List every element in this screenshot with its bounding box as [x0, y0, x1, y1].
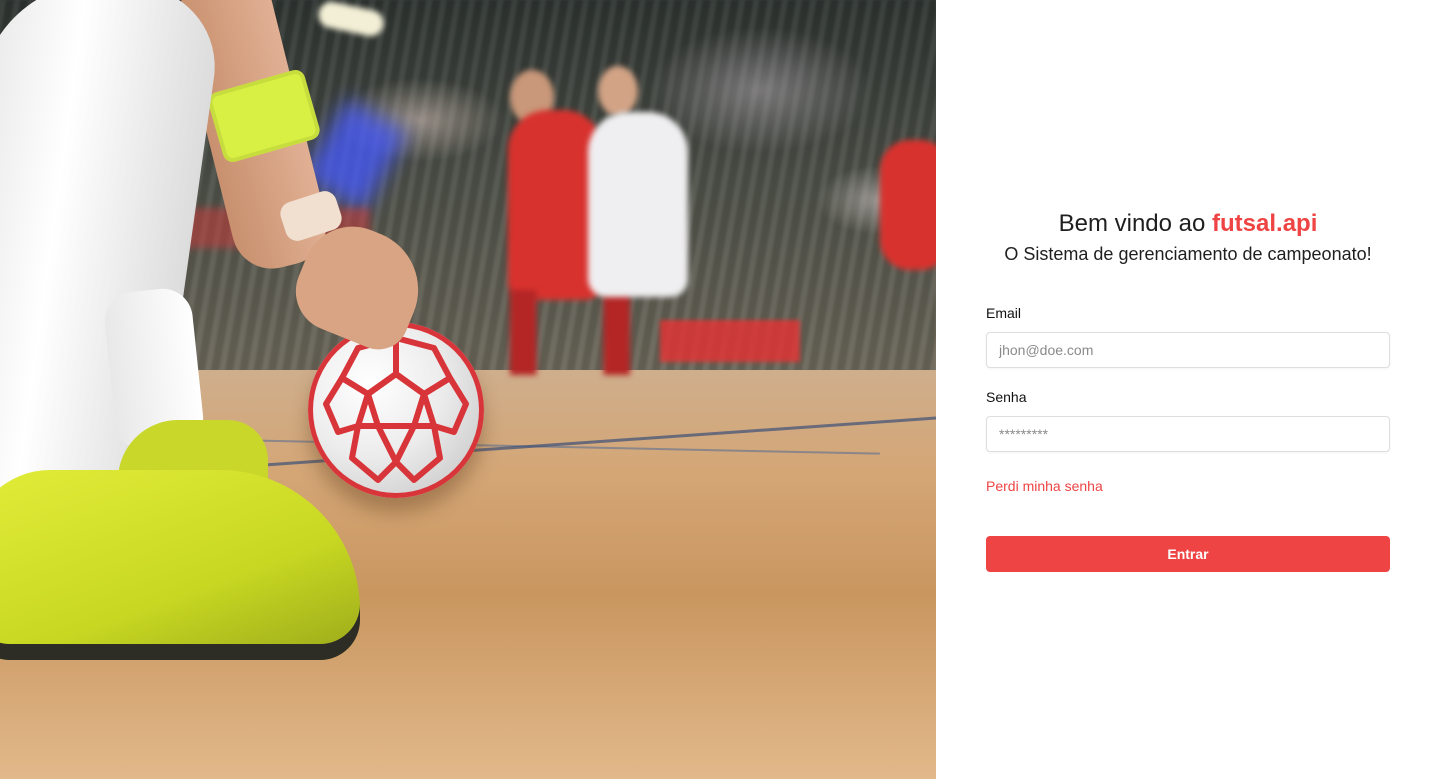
- welcome-heading: Bem vindo ao futsal.api: [936, 208, 1440, 240]
- player-head: [598, 66, 638, 116]
- heading-prefix: Bem vindo ao: [1058, 210, 1213, 237]
- advertising-board: [660, 320, 800, 362]
- login-page: Bem vindo ao futsal.api O Sistema de ger…: [0, 0, 1440, 779]
- futsal-ball-icon: [308, 322, 484, 498]
- password-field[interactable]: [986, 416, 1390, 452]
- welcome-subheading: O Sistema de gerenciamento de campeonato…: [1004, 244, 1372, 264]
- player-red: [880, 140, 936, 270]
- player-white: [588, 112, 688, 297]
- brand-name: futsal.api: [1212, 210, 1318, 237]
- password-label: Senha: [986, 389, 1027, 405]
- player-legs: [510, 290, 630, 375]
- email-label: Email: [986, 305, 1022, 321]
- forgot-password-link[interactable]: Perdi minha senha: [986, 477, 1103, 495]
- ball-pattern-icon: [323, 335, 469, 483]
- login-button[interactable]: Entrar: [986, 536, 1390, 572]
- email-field[interactable]: [986, 332, 1390, 368]
- login-panel: Bem vindo ao futsal.api O Sistema de ger…: [936, 0, 1440, 779]
- hero-image: [0, 0, 936, 779]
